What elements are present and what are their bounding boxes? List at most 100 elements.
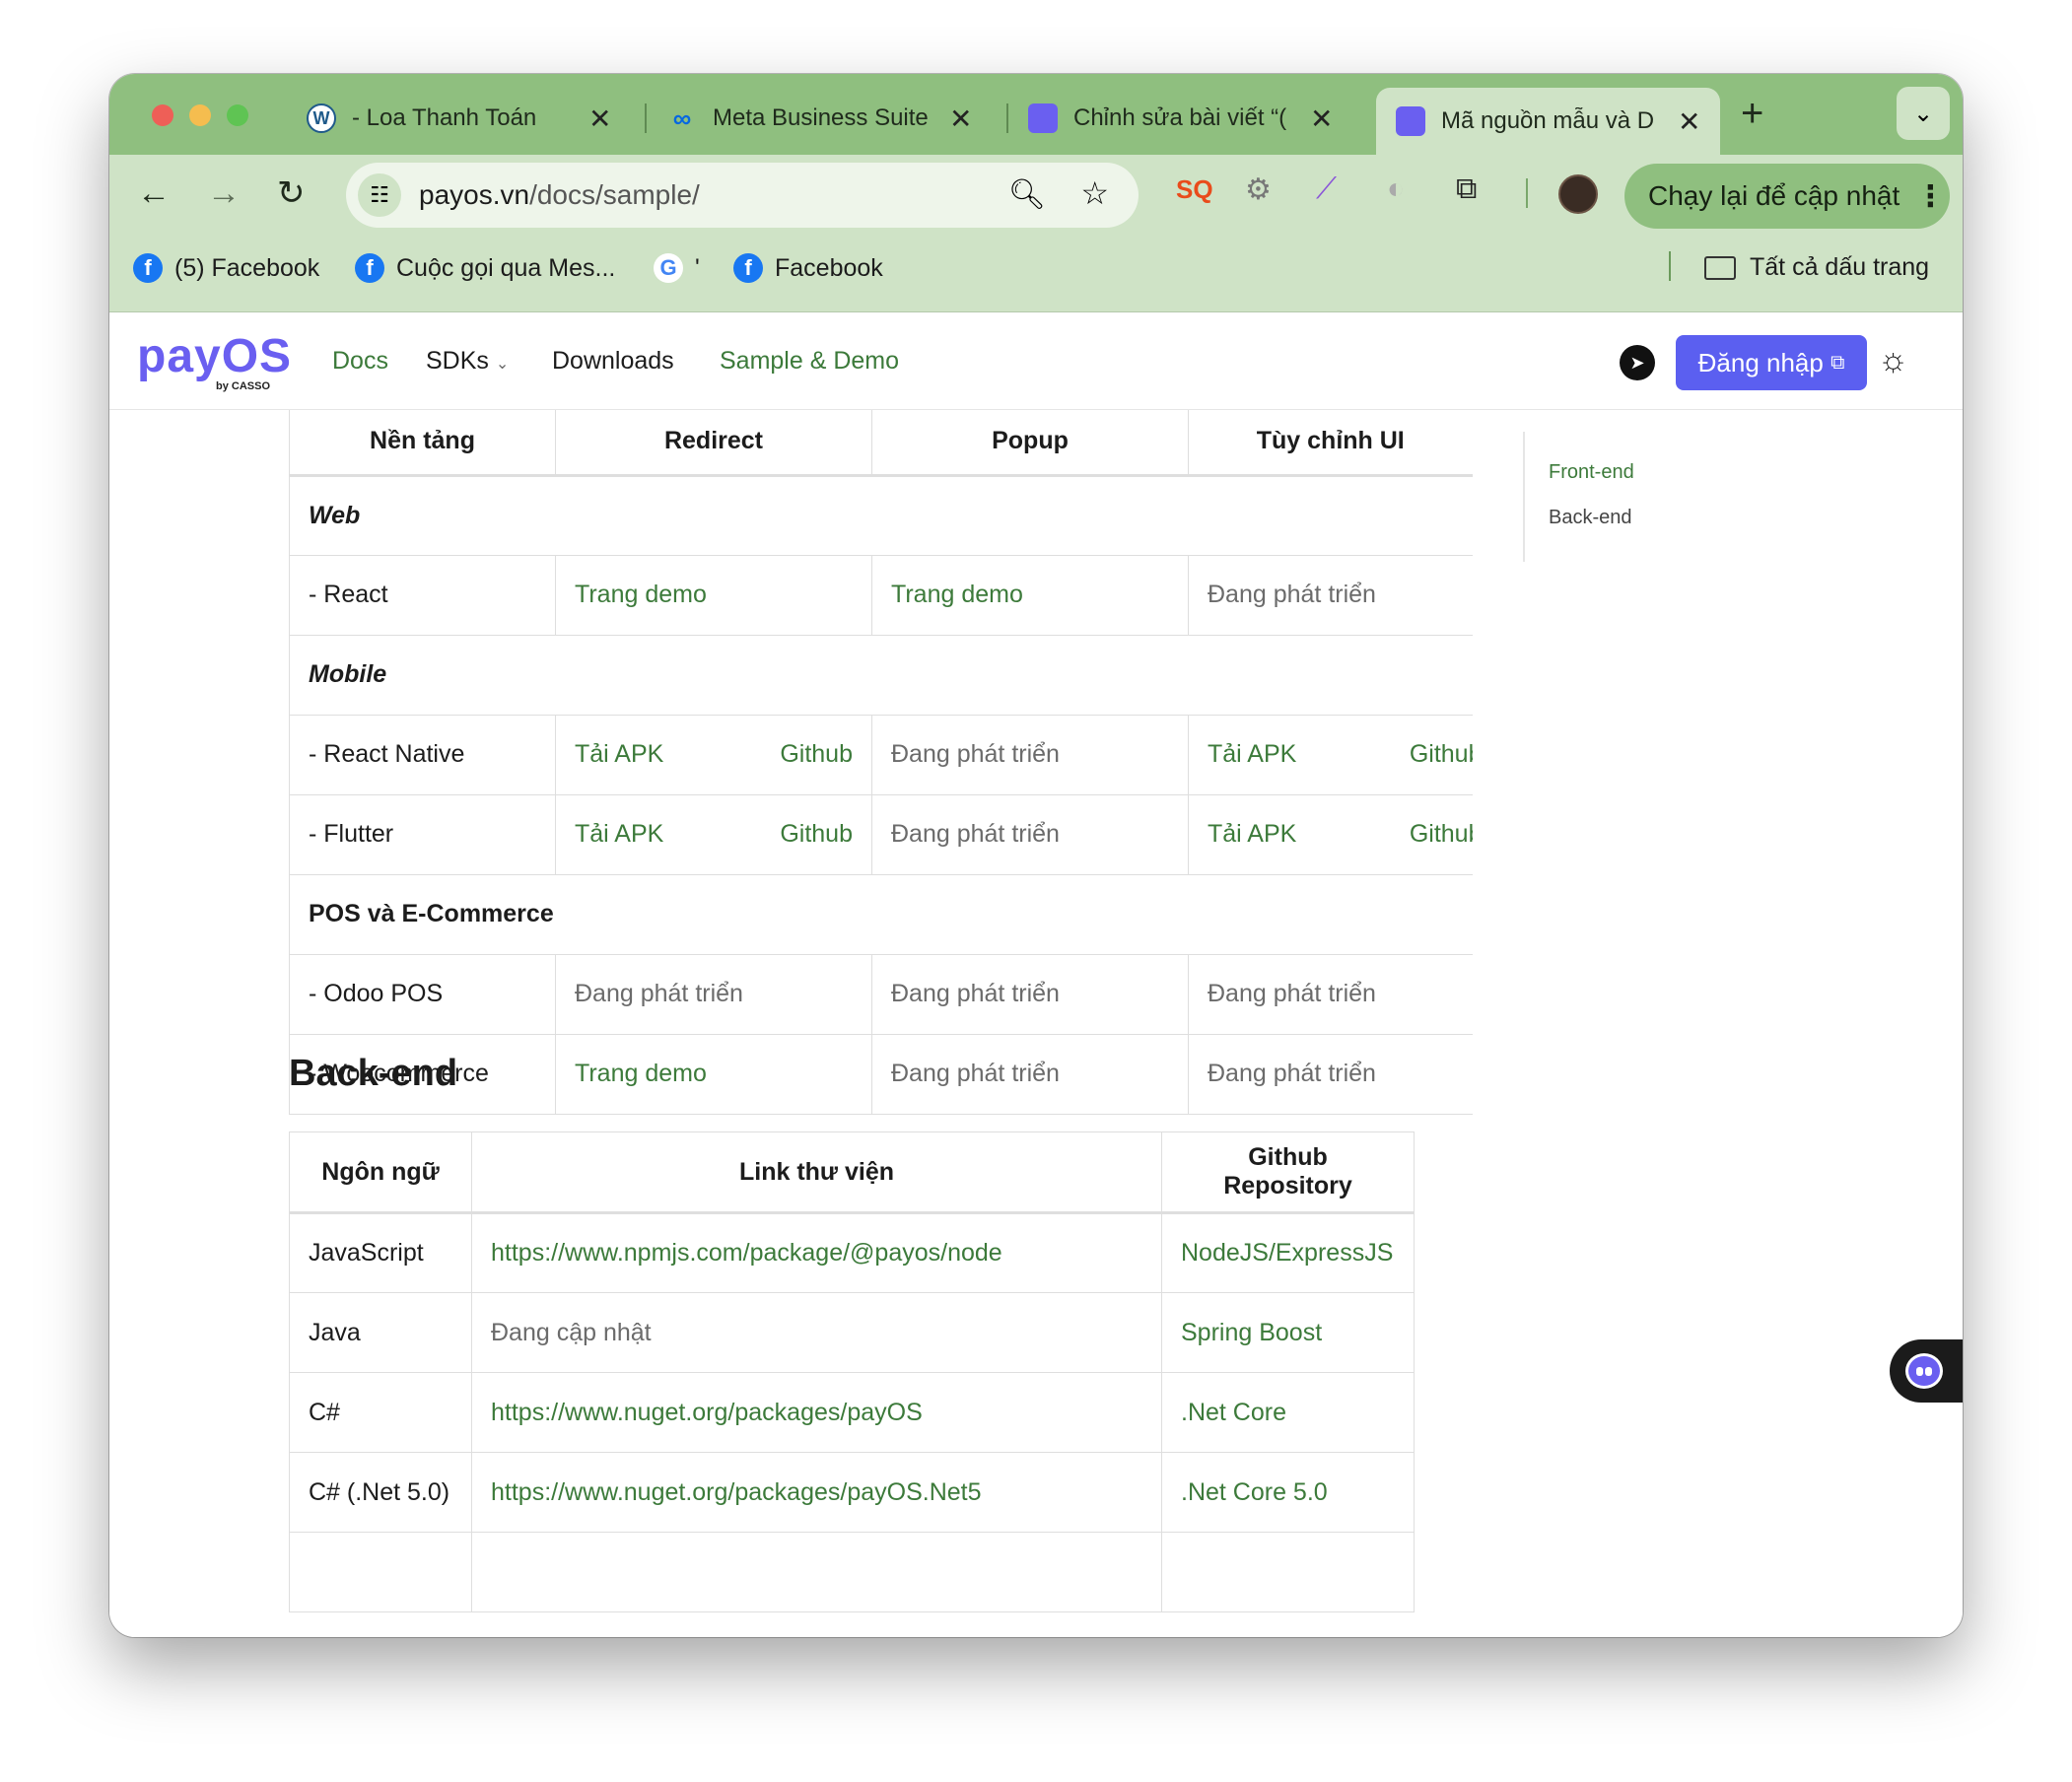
extension-gear-icon[interactable]: ⚙ bbox=[1245, 172, 1272, 207]
close-tab-icon[interactable]: ✕ bbox=[949, 103, 972, 135]
new-tab-button[interactable]: + bbox=[1741, 92, 1763, 136]
section-web: Web bbox=[289, 474, 1473, 556]
telegram-icon[interactable]: ➤ bbox=[1620, 345, 1655, 380]
extensions-puzzle-icon[interactable]: ⧉ bbox=[1456, 172, 1477, 206]
apk-link[interactable]: Tải APK bbox=[575, 820, 663, 849]
column-header: Tùy chỉnh UI bbox=[1188, 408, 1473, 477]
tab-2[interactable]: ∞ Meta Business Suite ✕ bbox=[667, 90, 973, 147]
github-link[interactable]: Github bbox=[780, 740, 853, 769]
site-info-icon[interactable]: ☷ bbox=[358, 173, 401, 217]
tab-4-active[interactable]: Mã nguồn mẫu và D ✕ bbox=[1376, 88, 1721, 155]
apk-link[interactable]: Tải APK bbox=[1208, 740, 1296, 769]
status-cell: Đang phát triển bbox=[1188, 953, 1473, 1035]
profile-avatar[interactable] bbox=[1558, 174, 1598, 214]
github-link[interactable]: Github bbox=[1410, 820, 1473, 849]
column-header: Nền tảng bbox=[289, 408, 556, 477]
repo-link[interactable]: NodeJS/ExpressJS bbox=[1161, 1212, 1415, 1293]
logo-text: payOS bbox=[137, 330, 293, 382]
nav-sdks[interactable]: SDKs ⌄ bbox=[426, 347, 509, 376]
demo-link[interactable]: Trang demo bbox=[555, 554, 872, 636]
demo-link[interactable]: Trang demo bbox=[871, 554, 1189, 636]
demo-link[interactable]: Trang demo bbox=[555, 1033, 872, 1115]
update-label: Chạy lại để cập nhật bbox=[1648, 180, 1900, 211]
all-bookmarks-button[interactable]: Tất cả dấu trang bbox=[1704, 253, 1929, 282]
status-cell: Đang phát triển bbox=[871, 793, 1189, 875]
close-tab-icon[interactable]: ✕ bbox=[1678, 105, 1700, 138]
bookmarks-separator bbox=[1669, 251, 1671, 281]
reload-button[interactable]: ↻ bbox=[277, 176, 306, 210]
forward-button[interactable]: → bbox=[207, 176, 241, 210]
update-button[interactable]: Chạy lại để cập nhật ⋮ bbox=[1624, 164, 1950, 229]
extension-moon-icon[interactable]: ◐ bbox=[1387, 172, 1405, 206]
theme-toggle-sun-icon[interactable]: ☼ bbox=[1878, 341, 1908, 379]
close-window-button[interactable] bbox=[152, 104, 173, 126]
apk-link[interactable]: Tải APK bbox=[575, 740, 663, 769]
maximize-window-button[interactable] bbox=[227, 104, 248, 126]
login-button[interactable]: Đăng nhập ⧉ bbox=[1676, 335, 1867, 390]
tab-search-button[interactable]: ⌄ bbox=[1897, 87, 1950, 140]
browser-window: W - Loa Thanh Toán ✕ ∞ Meta Business Sui… bbox=[109, 74, 1963, 1637]
column-header: Link thư viện bbox=[471, 1131, 1162, 1214]
apk-link[interactable]: Tải APK bbox=[1208, 820, 1296, 849]
chevron-down-icon: ⌄ bbox=[1912, 100, 1934, 127]
platform-cell: - React bbox=[289, 554, 556, 636]
table-row bbox=[289, 1532, 1415, 1612]
redirect-cell: Tải APK Github bbox=[555, 714, 872, 795]
chatbot-icon bbox=[1905, 1353, 1943, 1389]
tab-1[interactable]: W - Loa Thanh Toán ✕ bbox=[307, 90, 611, 147]
column-header: Github Repository bbox=[1161, 1131, 1415, 1214]
github-link[interactable]: Github bbox=[1410, 740, 1473, 769]
facebook-icon: f bbox=[133, 253, 163, 283]
table-row: C# (.Net 5.0) https://www.nuget.org/pack… bbox=[289, 1452, 1415, 1533]
nav-downloads[interactable]: Downloads bbox=[552, 347, 674, 376]
bookmark-google[interactable]: G ' bbox=[654, 253, 700, 283]
extension-sq-icon[interactable]: SQ bbox=[1176, 174, 1213, 205]
chat-widget-button[interactable] bbox=[1890, 1339, 1963, 1403]
back-button[interactable]: ← bbox=[137, 176, 171, 210]
table-row: C# https://www.nuget.org/packages/payOS … bbox=[289, 1372, 1415, 1453]
nav-docs[interactable]: Docs bbox=[332, 347, 388, 376]
site-navbar: payOS by CASSO Docs SDKs ⌄ Downloads Samp… bbox=[109, 313, 1963, 410]
github-link[interactable]: Github bbox=[780, 820, 853, 849]
close-tab-icon[interactable]: ✕ bbox=[1310, 103, 1333, 135]
bookmark-star-icon[interactable]: ☆ bbox=[1080, 174, 1109, 212]
tab-bar: W - Loa Thanh Toán ✕ ∞ Meta Business Sui… bbox=[109, 74, 1963, 155]
bookmark-facebook-2[interactable]: f Facebook bbox=[733, 253, 883, 283]
bookmark-messenger-call[interactable]: f Cuộc gọi qua Mes... bbox=[355, 253, 615, 283]
address-bar[interactable]: ☷ payos.vn/docs/sample/ 🔍︎ ☆ bbox=[346, 163, 1139, 228]
repo-link[interactable]: Spring Boost bbox=[1161, 1292, 1415, 1373]
minimize-window-button[interactable] bbox=[189, 104, 211, 126]
repo-link[interactable]: .Net Core 5.0 bbox=[1161, 1452, 1415, 1533]
meta-icon: ∞ bbox=[672, 103, 692, 133]
language-cell: JavaScript bbox=[289, 1212, 472, 1293]
language-cell: C# bbox=[289, 1372, 472, 1453]
language-cell: C# (.Net 5.0) bbox=[289, 1452, 472, 1533]
table-header-row: Nền tảng Redirect Popup Tùy chỉnh UI bbox=[289, 408, 1473, 477]
table-row: Java Đang cập nhật Spring Boost bbox=[289, 1292, 1415, 1373]
more-menu-icon[interactable]: ⋮ bbox=[1915, 179, 1945, 214]
library-link[interactable]: https://www.nuget.org/packages/payOS.Net… bbox=[471, 1452, 1162, 1533]
custom-ui-cell: Tải APK Github bbox=[1188, 714, 1473, 795]
bookmark-facebook-1[interactable]: f (5) Facebook bbox=[133, 253, 319, 283]
nav-sample-demo[interactable]: Sample & Demo bbox=[720, 347, 899, 376]
library-link[interactable]: https://www.nuget.org/packages/payOS bbox=[471, 1372, 1162, 1453]
url-text[interactable]: payos.vn/docs/sample/ bbox=[419, 179, 700, 211]
extension-feather-icon[interactable]: ⟋ bbox=[1316, 172, 1337, 206]
library-link[interactable]: https://www.npmjs.com/package/@payos/nod… bbox=[471, 1212, 1162, 1293]
tab-separator bbox=[645, 103, 647, 133]
close-tab-icon[interactable]: ✕ bbox=[588, 103, 611, 135]
zoom-icon[interactable]: 🔍︎ bbox=[1008, 177, 1046, 212]
column-header: Redirect bbox=[555, 408, 872, 477]
bookmark-label: (5) Facebook bbox=[174, 253, 320, 282]
bookmarks-bar: f (5) Facebook f Cuộc gọi qua Mes... G ' fF… bbox=[109, 232, 1963, 312]
status-cell: Đang cập nhật bbox=[471, 1292, 1162, 1373]
payos-logo[interactable]: payOS by CASSO bbox=[137, 329, 293, 392]
repo-link[interactable]: .Net Core bbox=[1161, 1372, 1415, 1453]
folder-icon bbox=[1704, 255, 1736, 280]
toc-link-frontend[interactable]: Front-end bbox=[1549, 461, 1634, 484]
external-link-icon: ⧉ bbox=[1830, 351, 1845, 374]
table-section-row: Mobile bbox=[289, 634, 1473, 716]
toc-link-backend[interactable]: Back-end bbox=[1549, 507, 1632, 529]
tab-3[interactable]: Chỉnh sửa bài viết “( ✕ bbox=[1028, 90, 1333, 147]
column-header: Ngôn ngữ bbox=[289, 1131, 472, 1214]
